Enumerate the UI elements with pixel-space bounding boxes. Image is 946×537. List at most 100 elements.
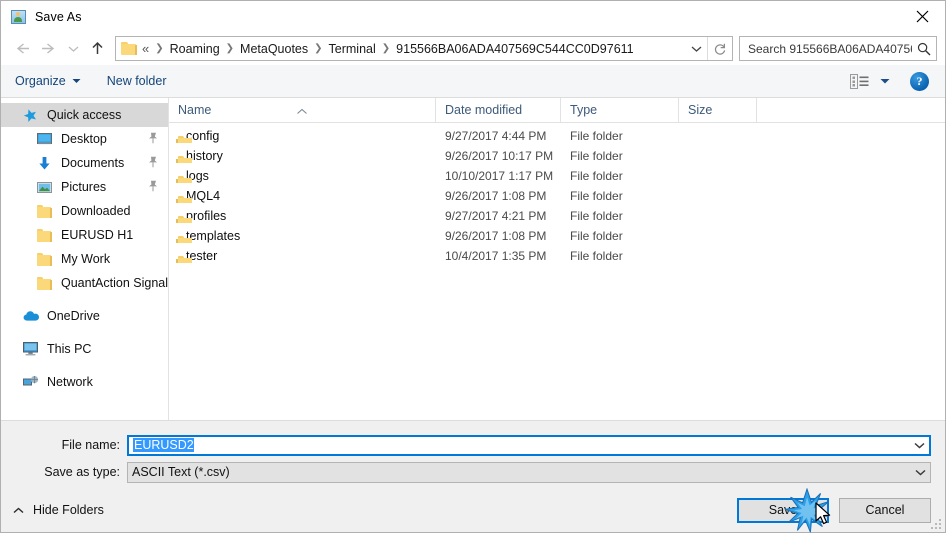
file-date-cell: 9/27/2017 4:44 PM [445,129,547,143]
table-row[interactable]: logs 10/10/2017 1:17 PM File folder [169,166,945,186]
breadcrumb-item-current[interactable]: 915566BA06ADA407569C544CC0D97611 [394,42,635,56]
file-type-cell: File folder [570,249,623,263]
search-icon[interactable] [912,42,936,56]
up-icon[interactable] [83,36,111,62]
chevron-down-icon[interactable] [909,442,929,449]
star-icon [23,107,40,123]
command-bar: Organize New folder ? [1,65,945,98]
file-name-cell: templates [169,229,436,243]
save-as-type-select[interactable]: ASCII Text (*.csv) [127,461,931,483]
breadcrumb: « ❯ Roaming ❯ MetaQuotes ❯ Terminal ❯ 91… [142,41,685,56]
sidebar-item-my-work[interactable]: My Work [1,247,168,271]
save-as-icon [11,9,27,25]
sidebar-item-label: Downloaded [61,204,131,218]
table-row[interactable]: profiles 9/27/2017 4:21 PM File folder [169,206,945,226]
title-bar: Save As [1,1,945,32]
folder-icon [37,275,54,291]
back-icon[interactable] [7,36,35,62]
table-row[interactable]: history 9/26/2017 10:17 PM File folder [169,146,945,166]
save-as-type-row: Save as type: ASCII Text (*.csv) [1,461,945,483]
sidebar-item-label: My Work [61,252,111,266]
column-header-label: Name [178,103,212,117]
close-icon[interactable] [899,1,945,32]
breadcrumb-separator: ❯ [381,43,391,54]
sidebar-item-label: OneDrive [47,309,100,323]
file-date-cell: 9/26/2017 10:17 PM [445,149,554,163]
sidebar-item-label: Quick access [47,108,122,122]
sort-ascending-icon [296,99,308,122]
table-row[interactable]: config 9/27/2017 4:44 PM File folder [169,126,945,146]
address-dropdown-chevron-icon[interactable] [685,37,707,60]
sidebar-item-label: EURUSD H1 [61,228,134,242]
breadcrumb-separator: ❯ [225,43,235,54]
file-name-value: EURUSD2 [133,438,194,452]
file-name-label: File name: [61,438,120,452]
resize-grip[interactable] [929,517,941,529]
save-button[interactable]: Save [737,497,829,523]
file-name-value-wrap: EURUSD2 [129,438,909,452]
file-name-label: profiles [186,209,227,223]
sidebar-item-label: This PC [47,342,92,356]
navigation-sidebar: Quick access Desktop Documents Pictures … [1,98,169,420]
breadcrumb-item-roaming[interactable]: Roaming [168,42,222,56]
column-header-date-modified[interactable]: Date modified [436,98,561,122]
file-date-cell: 9/26/2017 1:08 PM [445,189,547,203]
folder-icon [37,251,54,267]
breadcrumb-item-metaquotes[interactable]: MetaQuotes [238,42,310,56]
file-name-cell: logs [169,169,436,183]
file-name-input[interactable]: EURUSD2 [127,434,931,456]
sidebar-item-documents[interactable]: Documents [1,151,168,175]
folder-icon [121,41,137,56]
organize-button[interactable]: Organize [15,69,81,93]
column-headers: Name Date modified Type Size [169,98,945,123]
sidebar-item-label: Documents [61,156,125,170]
refresh-icon[interactable] [707,37,732,60]
table-row[interactable]: templates 9/26/2017 1:08 PM File folder [169,226,945,246]
hide-folders-button[interactable]: Hide Folders [13,503,104,517]
file-type-cell: File folder [570,209,623,223]
breadcrumb-overflow[interactable]: « [142,41,151,56]
search-input[interactable]: Search 915566BA06ADA40756... [739,36,937,61]
view-layout-icon[interactable] [850,73,869,89]
address-bar[interactable]: « ❯ Roaming ❯ MetaQuotes ❯ Terminal ❯ 91… [115,36,733,61]
column-header-name[interactable]: Name [169,98,436,122]
help-button[interactable]: ? [910,71,929,91]
chevron-up-icon [13,507,24,514]
sidebar-item-desktop[interactable]: Desktop [1,127,168,151]
sidebar-item-quick-access[interactable]: Quick access [1,103,168,127]
forward-icon[interactable] [35,36,63,62]
save-as-type-value: ASCII Text (*.csv) [132,465,230,479]
search-placeholder: Search 915566BA06ADA40756... [748,41,912,56]
pin-icon[interactable] [148,180,158,195]
column-header-size[interactable]: Size [679,98,757,122]
folder-icon [37,203,54,219]
onedrive-icon [23,308,40,324]
organize-label: Organize [15,74,66,88]
breadcrumb-item-terminal[interactable]: Terminal [327,42,378,56]
pin-icon[interactable] [148,156,158,171]
new-folder-button[interactable]: New folder [107,69,167,93]
table-row[interactable]: MQL4 9/26/2017 1:08 PM File folder [169,186,945,206]
sidebar-item-eurusd-h1[interactable]: EURUSD H1 [1,223,168,247]
sidebar-item-pictures[interactable]: Pictures [1,175,168,199]
column-header-type[interactable]: Type [561,98,679,122]
sidebar-item-quantaction-signal[interactable]: QuantAction Signal [1,271,168,295]
save-as-type-label: Save as type: [44,465,120,479]
cancel-button[interactable]: Cancel [839,497,931,523]
navigation-bar: « ❯ Roaming ❯ MetaQuotes ❯ Terminal ❯ 91… [1,32,945,65]
pin-icon[interactable] [148,132,158,147]
breadcrumb-separator: ❯ [314,43,323,54]
table-row[interactable]: tester 10/4/2017 1:35 PM File folder [169,246,945,266]
file-rows: config 9/27/2017 4:44 PM File folder his… [169,123,945,420]
documents-icon [37,155,54,171]
file-type-cell: File folder [570,129,623,143]
file-date-cell: 9/26/2017 1:08 PM [445,229,547,243]
chevron-down-icon[interactable] [910,469,930,476]
recent-locations-chevron-icon[interactable] [63,36,83,62]
sidebar-item-onedrive[interactable]: OneDrive [1,304,168,328]
sidebar-item-this-pc[interactable]: This PC [1,337,168,361]
view-chevron-down-icon[interactable] [880,78,890,85]
file-date-cell: 10/10/2017 1:17 PM [445,169,554,183]
sidebar-item-downloaded[interactable]: Downloaded [1,199,168,223]
sidebar-item-network[interactable]: Network [1,370,168,394]
